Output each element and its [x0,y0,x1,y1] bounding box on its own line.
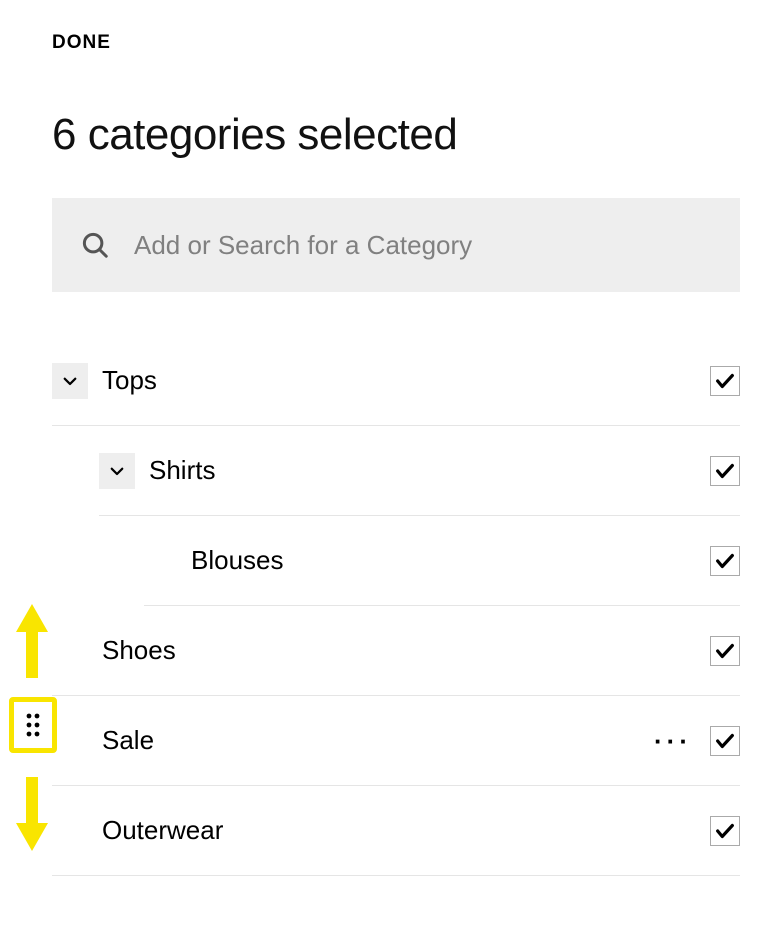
category-row-blouses[interactable]: Blouses [144,516,740,606]
chevron-down-icon [61,372,79,390]
more-options-button[interactable]: ··· [654,728,692,754]
category-label: Blouses [191,545,710,576]
check-icon [714,640,736,662]
category-row-sale[interactable]: Sale ··· [52,696,740,786]
check-icon [714,820,736,842]
annotation-up-arrow-icon [14,604,50,683]
check-icon [714,730,736,752]
drag-handle-icon[interactable] [24,712,42,738]
search-box[interactable] [52,198,740,292]
expand-toggle-shirts[interactable] [99,453,135,489]
annotation-down-arrow-icon [14,777,50,856]
category-row-outerwear[interactable]: Outerwear [52,786,740,876]
checkbox-shoes[interactable] [710,636,740,666]
category-label: Shoes [102,635,710,666]
category-row-shirts[interactable]: Shirts [99,426,740,516]
done-button[interactable]: DONE [52,32,111,54]
category-label: Tops [102,365,710,396]
category-row-tops[interactable]: Tops [52,336,740,426]
category-label: Sale [102,725,654,756]
category-label: Shirts [149,455,710,486]
search-input[interactable] [134,230,712,261]
check-icon [714,370,736,392]
page-title: 6 categories selected [52,110,740,160]
checkbox-outerwear[interactable] [710,816,740,846]
search-icon [80,230,110,260]
checkbox-tops[interactable] [710,366,740,396]
checkbox-shirts[interactable] [710,456,740,486]
check-icon [714,550,736,572]
chevron-down-icon [108,462,126,480]
category-row-shoes[interactable]: Shoes [52,606,740,696]
checkbox-sale[interactable] [710,726,740,756]
category-label: Outerwear [102,815,710,846]
expand-toggle-tops[interactable] [52,363,88,399]
check-icon [714,460,736,482]
checkbox-blouses[interactable] [710,546,740,576]
annotation-drag-handle-callout [9,697,57,753]
